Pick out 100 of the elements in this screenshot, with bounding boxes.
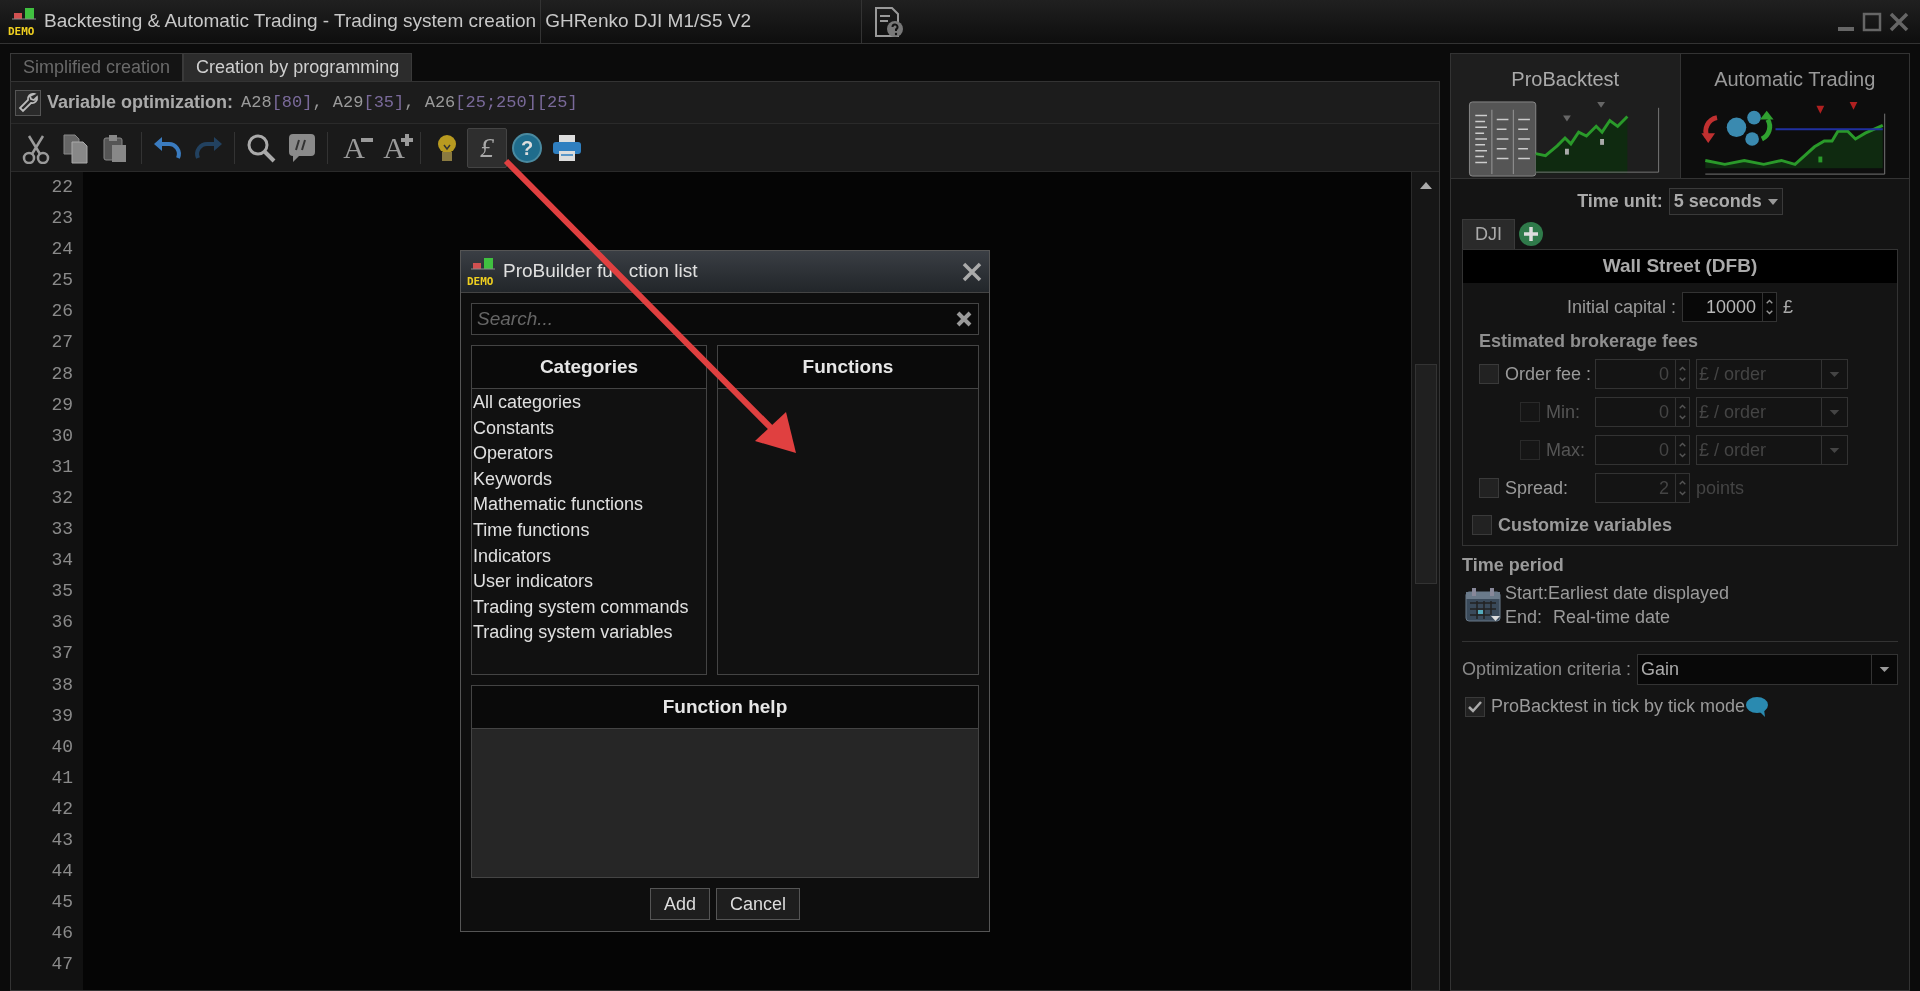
start-label: Start: [1505, 582, 1548, 605]
maximize-icon[interactable] [1862, 11, 1882, 32]
line-number: 38 [51, 673, 73, 697]
mode-tab[interactable]: Automatic Trading [1679, 54, 1909, 178]
currency-label: £ [1783, 295, 1794, 319]
start-value: Earliest date displayed [1548, 582, 1730, 605]
line-number: 25 [51, 269, 73, 293]
checkbox[interactable] [1479, 478, 1499, 498]
time-unit-label: Time unit: [1577, 190, 1663, 213]
chart-bars-icon [12, 6, 36, 21]
caret-icon [1767, 198, 1778, 205]
demo-logo: DEMO [467, 256, 499, 287]
line-number: 47 [51, 953, 73, 977]
line-number: 23 [51, 207, 73, 231]
category-item[interactable]: Constants [472, 415, 706, 442]
buy-marker-icon [1818, 156, 1823, 163]
instrument-tab[interactable]: DJI [1462, 219, 1515, 249]
close-icon[interactable] [1888, 10, 1910, 33]
line-number: 39 [51, 704, 73, 728]
time-period-heading: Time period [1462, 554, 1565, 577]
category-item[interactable]: All categories [472, 390, 706, 416]
optimization-criteria-dropdown[interactable]: Gain [1637, 654, 1898, 685]
check-icon [1468, 700, 1482, 713]
line-number: 31 [51, 455, 73, 479]
report-table-icon [1469, 101, 1537, 177]
category-item[interactable]: Indicators [472, 543, 706, 570]
clear-icon[interactable] [955, 310, 973, 328]
sell-marker-icon [1816, 105, 1824, 114]
function-list-button[interactable]: £ [467, 127, 507, 168]
line-number: 45 [51, 891, 73, 915]
category-item[interactable]: Keywords [472, 466, 706, 493]
system-name: GHRenko DJI M1/S5 V2 [545, 9, 753, 34]
fee-label: Min: [1546, 400, 1581, 424]
line-number: 36 [51, 611, 73, 635]
customize-label: Customize variables [1498, 513, 1673, 537]
calendar-icon[interactable] [1465, 587, 1501, 623]
line-number: 41 [51, 766, 73, 790]
buy-marker-icon [1565, 148, 1570, 155]
optimization-values: A28[80], A29[35], A26[25;250][25] [241, 91, 578, 114]
line-number: 28 [51, 362, 73, 386]
demo-logo: DEMO [8, 6, 40, 37]
line-number: 44 [51, 860, 73, 884]
line-number: 27 [51, 331, 73, 355]
scroll-up-icon [1418, 180, 1433, 190]
category-item[interactable]: Operators [472, 441, 706, 467]
line-number: 24 [51, 238, 73, 262]
sell-marker-icon [1563, 115, 1572, 122]
scrollbar-thumb[interactable] [1414, 364, 1437, 584]
scrollbar[interactable] [1411, 172, 1439, 990]
line-number: 42 [51, 797, 73, 821]
line-number: 46 [51, 922, 73, 946]
line-number: 33 [51, 518, 73, 542]
info-bubble-icon[interactable] [1745, 695, 1770, 718]
category-item[interactable]: Mathematic functions [472, 492, 706, 518]
wrench-icon[interactable] [15, 89, 41, 116]
add-icon[interactable] [1518, 221, 1544, 247]
mode-tab[interactable]: Creation by programming [183, 53, 413, 81]
mode-tab[interactable]: ProBacktest [1451, 54, 1680, 178]
buy-marker-icon [1600, 139, 1605, 145]
help-header: Function help [472, 686, 978, 729]
chart-bars-icon [471, 256, 495, 271]
category-item[interactable]: Trading system commands [472, 594, 706, 621]
category-item[interactable]: Time functions [472, 517, 706, 544]
line-number: 40 [51, 735, 73, 759]
sell-marker-icon [1597, 101, 1606, 108]
dialog-button[interactable]: Add [649, 888, 710, 920]
initial-capital-field[interactable]: 10000 [1682, 292, 1777, 322]
tick-mode-label: ProBacktest in tick by tick mode [1491, 695, 1746, 718]
optimization-label: Variable optimization: [47, 91, 234, 114]
end-label: End: [1505, 606, 1544, 629]
fee-label: Spread: [1505, 476, 1570, 500]
dialog-title: ction list [628, 259, 698, 284]
checkbox[interactable] [1479, 364, 1499, 384]
dialog-button[interactable]: Cancel [716, 888, 801, 920]
instrument-title: Wall Street (DFB) [1463, 250, 1897, 283]
end-value: Real-time date [1553, 606, 1671, 629]
close-icon[interactable] [961, 260, 983, 283]
line-number: 30 [51, 424, 73, 448]
checkbox[interactable] [1465, 696, 1485, 717]
font-larger-button[interactable]: A [374, 127, 414, 168]
search-field[interactable]: Search... [471, 303, 979, 335]
time-unit-dropdown[interactable]: 5 seconds [1668, 188, 1783, 215]
line-number: 22 [51, 176, 73, 199]
column-header: Categories [472, 346, 706, 389]
initial-capital-label: Initial capital : [1566, 295, 1676, 319]
checkbox[interactable] [1472, 515, 1492, 535]
fee-label: Order fee : [1505, 362, 1593, 386]
line-number: 34 [51, 549, 73, 573]
window-title: Backtesting & Automatic Trading - Trading system creation [44, 9, 537, 34]
font-smaller-button[interactable]: A [334, 127, 374, 168]
gears-cycle-icon [1701, 110, 1774, 146]
line-number: 29 [51, 393, 73, 417]
category-item[interactable]: User indicators [472, 569, 706, 595]
category-item[interactable]: Trading system variables [472, 620, 706, 646]
line-number: 43 [51, 828, 73, 852]
line-number: 32 [51, 486, 73, 510]
optimization-criteria-label: Optimization criteria : [1462, 658, 1632, 681]
line-number: 35 [51, 580, 73, 604]
fees-heading: Estimated brokerage fees [1479, 330, 1700, 353]
sell-marker-icon [1849, 101, 1858, 110]
